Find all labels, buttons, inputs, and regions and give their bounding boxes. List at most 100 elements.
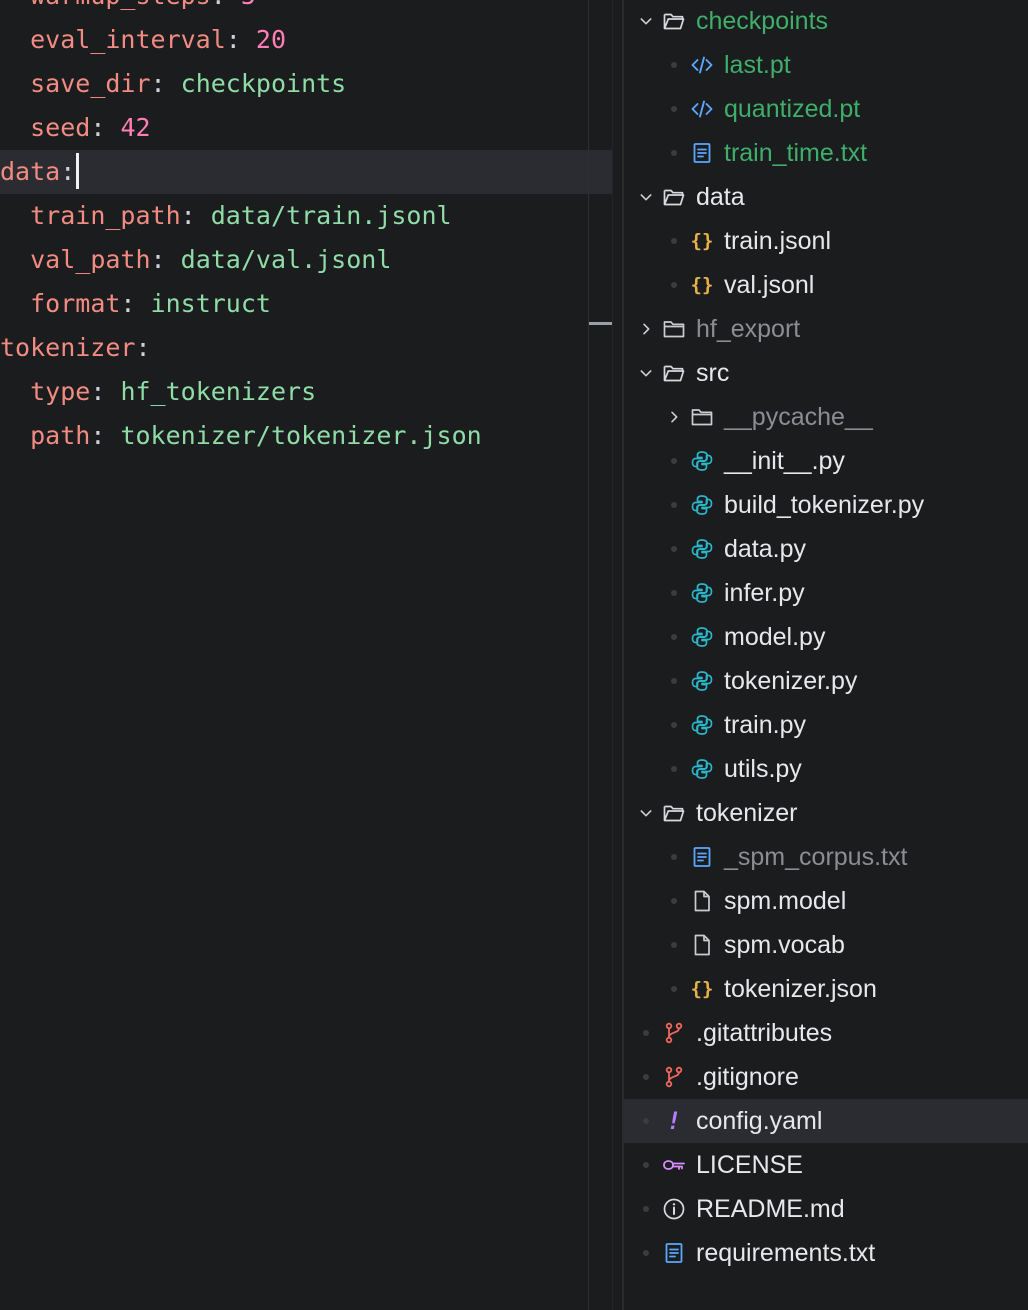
editor-scrollbar-track[interactable] bbox=[588, 0, 589, 1310]
code-line[interactable]: save_dir: checkpoints bbox=[0, 62, 612, 106]
yaml-string-value: data/train.jsonl bbox=[210, 201, 452, 230]
tree-file-val-jsonl[interactable]: {} val.jsonl bbox=[624, 263, 1028, 307]
python-file-icon bbox=[689, 659, 715, 703]
code-line[interactable]: train_path: data/train.jsonl bbox=[0, 194, 612, 238]
code-line[interactable]: warmup_steps: 5 bbox=[0, 0, 612, 18]
chevron-down-icon[interactable] bbox=[638, 351, 654, 395]
yaml-key: seed bbox=[30, 113, 91, 142]
tree-item-label: quantized.pt bbox=[724, 95, 861, 123]
text-file-icon bbox=[689, 131, 715, 175]
info-icon bbox=[661, 1187, 687, 1231]
yaml-colon: : bbox=[135, 333, 151, 362]
yaml-colon: : bbox=[150, 245, 166, 274]
code-line[interactable]: eval_interval: 20 bbox=[0, 18, 612, 62]
tree-guide-dot bbox=[666, 879, 682, 923]
code-line[interactable]: val_path: data/val.jsonl bbox=[0, 238, 612, 282]
folder-open-icon bbox=[661, 175, 687, 219]
code-line[interactable]: seed: 42 bbox=[0, 106, 612, 150]
tree-item-label: train_time.txt bbox=[724, 139, 868, 167]
tree-file-spm-vocab[interactable]: spm.vocab bbox=[624, 923, 1028, 967]
yaml-key: val_path bbox=[30, 245, 151, 274]
tree-file-license[interactable]: LICENSE bbox=[624, 1143, 1028, 1187]
tree-file-quantized-pt[interactable]: quantized.pt bbox=[624, 87, 1028, 131]
file-icon bbox=[689, 923, 715, 967]
tree-file-spm-model[interactable]: spm.model bbox=[624, 879, 1028, 923]
python-file-icon bbox=[689, 483, 715, 527]
tree-file-spm-corpus-txt[interactable]: _spm_corpus.txt bbox=[624, 835, 1028, 879]
tree-file-tokenizer-py[interactable]: tokenizer.py bbox=[624, 659, 1028, 703]
tree-item-label: data.py bbox=[724, 535, 807, 563]
tree-file-tokenizer-json[interactable]: {} tokenizer.json bbox=[624, 967, 1028, 1011]
code-line[interactable]: data: bbox=[0, 150, 612, 194]
tree-guide-dot bbox=[666, 483, 682, 527]
tree-item-label: tokenizer.py bbox=[724, 667, 858, 695]
tree-file-infer-py[interactable]: infer.py bbox=[624, 571, 1028, 615]
tree-item-label: spm.model bbox=[724, 887, 847, 915]
tree-file-readme-md[interactable]: README.md bbox=[624, 1187, 1028, 1231]
yaml-key: eval_interval bbox=[30, 25, 226, 54]
tree-file-train-time-txt[interactable]: train_time.txt bbox=[624, 131, 1028, 175]
tree-guide-dot bbox=[666, 967, 682, 1011]
tree-guide-dot bbox=[666, 263, 682, 307]
code-line[interactable]: path: tokenizer/tokenizer.json bbox=[0, 414, 612, 458]
folder-open-icon bbox=[661, 0, 687, 43]
tree-folder-tokenizer[interactable]: tokenizer bbox=[624, 791, 1028, 835]
chevron-down-icon[interactable] bbox=[638, 0, 654, 43]
yaml-key: data bbox=[0, 157, 61, 186]
tree-file-init-py[interactable]: __init__.py bbox=[624, 439, 1028, 483]
tree-file-gitignore[interactable]: .gitignore bbox=[624, 1055, 1028, 1099]
tree-file-train-jsonl[interactable]: {} train.jsonl bbox=[624, 219, 1028, 263]
code-line[interactable]: format: instruct bbox=[0, 282, 612, 326]
tree-item-label: train.jsonl bbox=[724, 227, 831, 255]
tree-folder-data[interactable]: data bbox=[624, 175, 1028, 219]
chevron-right-icon[interactable] bbox=[638, 307, 654, 351]
tree-file-config-yaml[interactable]: ! config.yaml bbox=[624, 1099, 1028, 1143]
tree-file-build-tokenizer-py[interactable]: build_tokenizer.py bbox=[624, 483, 1028, 527]
code-line[interactable]: type: hf_tokenizers bbox=[0, 370, 612, 414]
json-file-icon: {} bbox=[690, 978, 714, 1000]
tree-item-label: data bbox=[696, 183, 745, 211]
tree-item-label: .gitattributes bbox=[696, 1019, 833, 1047]
tree-file-utils-py[interactable]: utils.py bbox=[624, 747, 1028, 791]
git-branch-icon bbox=[661, 1011, 687, 1055]
tree-file-model-py[interactable]: model.py bbox=[624, 615, 1028, 659]
json-file-icon: {} bbox=[690, 274, 714, 296]
tree-file-requirements-txt[interactable]: requirements.txt bbox=[624, 1231, 1028, 1275]
tree-item-label: src bbox=[696, 359, 730, 387]
folder-icon bbox=[661, 307, 687, 351]
json-file-icon: {} bbox=[690, 230, 714, 252]
tree-item-label: model.py bbox=[724, 623, 826, 651]
yaml-colon: : bbox=[90, 421, 106, 450]
tree-file-data-py[interactable]: data.py bbox=[624, 527, 1028, 571]
tree-file-last-pt[interactable]: last.pt bbox=[624, 43, 1028, 87]
tree-file-train-py[interactable]: train.py bbox=[624, 703, 1028, 747]
tree-guide-dot bbox=[666, 747, 682, 791]
yaml-key: save_dir bbox=[30, 69, 151, 98]
tree-folder-checkpoints[interactable]: checkpoints bbox=[624, 0, 1028, 43]
chevron-down-icon[interactable] bbox=[638, 791, 654, 835]
code-line[interactable]: tokenizer: bbox=[0, 326, 612, 370]
tree-folder-hf-export[interactable]: hf_export bbox=[624, 307, 1028, 351]
tree-folder-pycache[interactable]: __pycache__ bbox=[624, 395, 1028, 439]
tree-guide-dot bbox=[666, 527, 682, 571]
python-file-icon bbox=[689, 615, 715, 659]
chevron-down-icon[interactable] bbox=[638, 175, 654, 219]
tree-item-label: requirements.txt bbox=[696, 1239, 876, 1267]
tree-item-label: last.pt bbox=[724, 51, 791, 79]
tree-guide-dot bbox=[666, 659, 682, 703]
chevron-right-icon[interactable] bbox=[666, 395, 682, 439]
tree-file-gitattributes[interactable]: .gitattributes bbox=[624, 1011, 1028, 1055]
yaml-key: warmup_steps bbox=[30, 0, 211, 10]
tree-guide-dot bbox=[666, 439, 682, 483]
code-editor[interactable]: warmup_steps: 5 eval_interval: 20 save_d… bbox=[0, 0, 612, 1310]
tree-folder-src[interactable]: src bbox=[624, 351, 1028, 395]
yaml-number-value: 20 bbox=[255, 25, 287, 54]
yaml-colon: : bbox=[180, 201, 196, 230]
